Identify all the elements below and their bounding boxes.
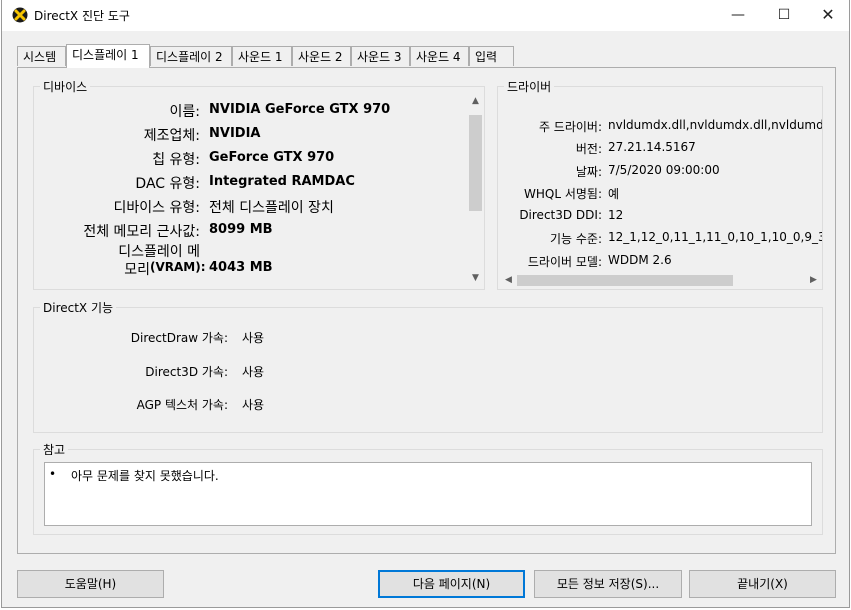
driver-horizontal-scrollbar[interactable]: ◀ ▶ — [500, 272, 822, 289]
device-label-total-memory: 전체 메모리 근사값: — [83, 224, 200, 240]
driver-value-d3d-ddi: 12 — [608, 208, 624, 222]
feature-label-agp: AGP 텍스처 가속: — [136, 398, 228, 412]
scroll-down-arrow-icon[interactable]: ▼ — [467, 270, 484, 287]
device-vertical-scrollbar[interactable]: ▲ ▼ — [467, 93, 484, 287]
driver-value-date: 7/5/2020 09:00:00 — [608, 163, 720, 177]
scroll-right-arrow-icon[interactable]: ▶ — [805, 272, 822, 289]
dxdiag-window: DirectX 진단 도구 — ☐ ✕ 시스템 디스플레이 1 디스플레이 2 … — [1, 0, 850, 608]
notes-text: 아무 문제를 찾지 못했습니다. — [71, 469, 219, 483]
device-value-chip-type: GeForce GTX 970 — [209, 150, 335, 165]
driver-value-version: 27.21.14.5167 — [608, 140, 696, 154]
tab-display-2[interactable]: 디스플레이 2 — [150, 46, 232, 66]
device-label-manufacturer: 제조업체: — [143, 128, 200, 144]
feature-label-direct3d: Direct3D 가속: — [145, 365, 228, 379]
save-all-info-button[interactable]: 모든 정보 저장(S)... — [534, 570, 682, 598]
driver-list: 주 드라이버: nvldumdx.dll,nvldumdx.dll,nvldum… — [498, 87, 822, 271]
device-value-total-memory: 8099 MB — [209, 222, 273, 237]
driver-label-feature-levels: 기능 수준: — [549, 232, 602, 246]
feature-value-direct3d: 사용 — [242, 365, 265, 379]
tab-sound-1[interactable]: 사운드 1 — [232, 46, 292, 66]
tab-content: 디바이스 이름: NVIDIA GeForce GTX 970 제조업체: NV… — [17, 67, 836, 554]
driver-label-d3d-ddi: Direct3D DDI: — [519, 208, 602, 222]
device-label-chip-type: 칩 유형: — [152, 152, 200, 168]
feature-value-agp: 사용 — [242, 398, 265, 412]
device-label-name: 이름: — [169, 104, 200, 120]
window-title: DirectX 진단 도구 — [34, 9, 130, 23]
device-label-device-type: 디바이스 유형: — [113, 200, 200, 216]
notes-box[interactable]: • 아무 문제를 찾지 못했습니다. — [44, 462, 812, 526]
tab-sound-2[interactable]: 사운드 2 — [292, 46, 351, 66]
tab-display-1[interactable]: 디스플레이 1 — [66, 44, 150, 68]
notes-group: 참고 • 아무 문제를 찾지 못했습니다. — [33, 441, 823, 535]
scroll-up-arrow-icon[interactable]: ▲ — [467, 93, 484, 110]
title-bar[interactable]: DirectX 진단 도구 — ☐ ✕ — [2, 0, 849, 31]
scroll-thumb-horizontal[interactable] — [517, 275, 733, 286]
driver-label-whql: WHQL 서명됨: — [524, 187, 602, 201]
close-button[interactable]: ✕ — [805, 0, 851, 31]
tab-input[interactable]: 입력 — [469, 46, 514, 66]
driver-label-date: 날짜: — [575, 165, 602, 179]
driver-label-main: 주 드라이버: — [538, 120, 602, 134]
directx-icon — [12, 7, 28, 23]
notes-bullet: • — [49, 467, 57, 481]
driver-label-version: 버전: — [575, 142, 602, 156]
driver-value-main: nvldumdx.dll,nvldumdx.dll,nvldumdx.dl — [608, 118, 822, 132]
driver-group: 드라이버 주 드라이버: nvldumdx.dll,nvldumdx.dll,n… — [497, 78, 823, 290]
feature-label-directdraw: DirectDraw 가속: — [130, 331, 228, 345]
scroll-left-arrow-icon[interactable]: ◀ — [500, 272, 517, 289]
device-label-dac-type: DAC 유형: — [135, 176, 200, 192]
next-page-button[interactable]: 다음 페이지(N) — [378, 570, 525, 598]
device-value-name: NVIDIA GeForce GTX 970 — [209, 102, 391, 117]
driver-value-whql: 예 — [608, 187, 620, 201]
tab-sound-4[interactable]: 사운드 4 — [410, 46, 469, 66]
device-value-manufacturer: NVIDIA — [209, 126, 261, 141]
driver-label-model: 드라이버 모델: — [527, 255, 602, 269]
help-button[interactable]: 도움말(H) — [17, 570, 164, 598]
feature-value-directdraw: 사용 — [242, 331, 265, 345]
driver-value-model: WDDM 2.6 — [608, 253, 672, 267]
device-value-dac-type: Integrated RAMDAC — [209, 174, 355, 189]
driver-value-feature-levels: 12_1,12_0,11_1,11_0,10_1,10_0,9_3,9_2 — [608, 230, 822, 244]
device-label-vram-suffix: (VRAM): — [150, 260, 206, 274]
tab-system[interactable]: 시스템 — [17, 46, 66, 66]
features-group-title: DirectX 기능 — [40, 299, 117, 316]
device-value-vram: 4043 MB — [209, 260, 273, 275]
exit-button[interactable]: 끝내기(X) — [689, 570, 836, 598]
scroll-thumb[interactable] — [469, 115, 482, 211]
device-list: 이름: NVIDIA GeForce GTX 970 제조업체: NVIDIA … — [34, 91, 466, 287]
notes-group-title: 참고 — [40, 441, 69, 458]
device-label-vram-line2: 모리 — [124, 262, 150, 278]
minimize-button[interactable]: — — [715, 0, 761, 31]
tab-sound-3[interactable]: 사운드 3 — [351, 46, 410, 66]
device-value-device-type: 전체 디스플레이 장치 — [209, 200, 334, 216]
device-label-vram-line1: 디스플레이 메 — [118, 244, 200, 260]
directx-features-group: DirectX 기능 DirectDraw 가속: 사용 Direct3D 가속… — [33, 299, 823, 433]
device-group: 디바이스 이름: NVIDIA GeForce GTX 970 제조업체: NV… — [33, 78, 485, 290]
maximize-button[interactable]: ☐ — [761, 0, 807, 31]
